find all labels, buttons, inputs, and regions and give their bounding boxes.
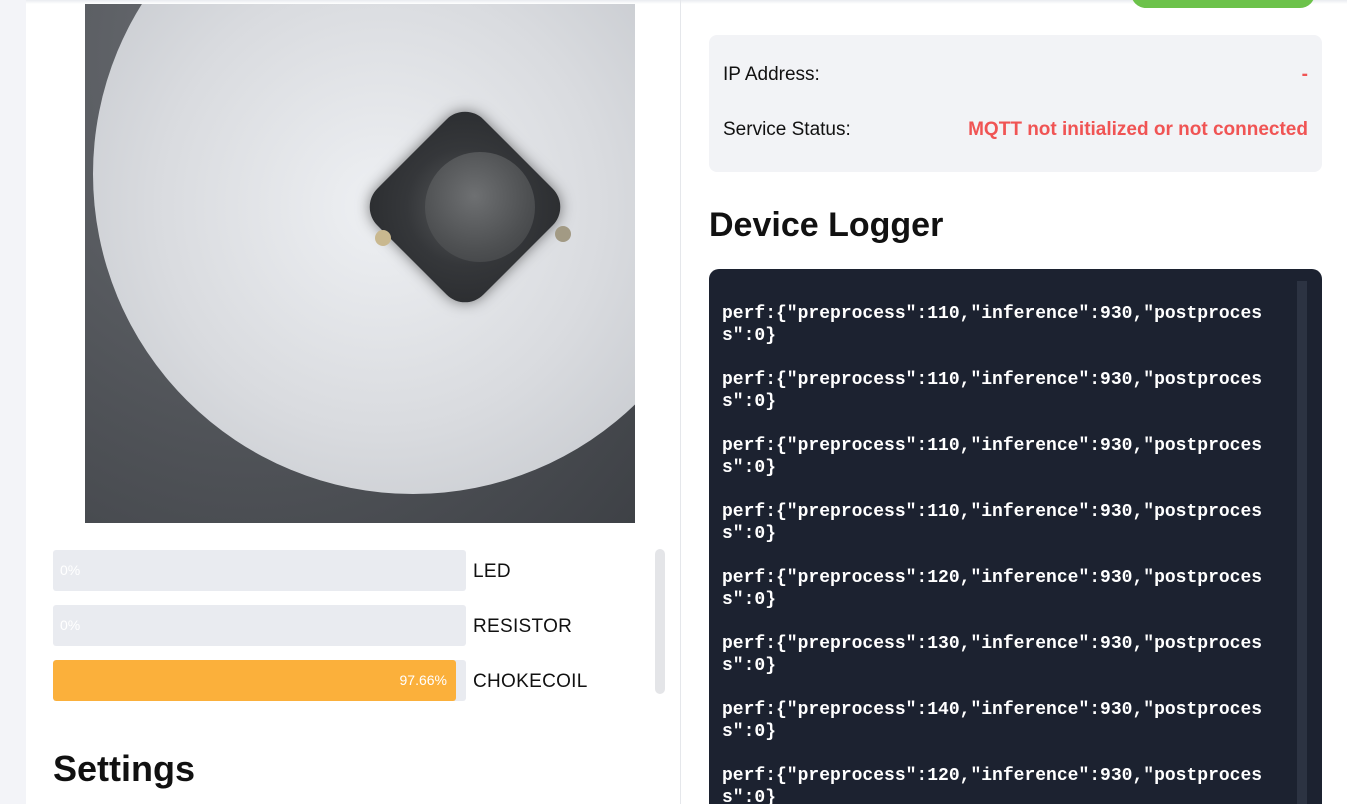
page: 0% LED 0% RESISTOR 97.66% CHOKECOIL Sett… bbox=[0, 0, 1347, 804]
prediction-track: 0% bbox=[53, 550, 466, 591]
log-line: perf:{"preprocess":140,"inference":930,"… bbox=[722, 700, 1263, 742]
panel-divider bbox=[680, 0, 681, 804]
settings-heading: Settings bbox=[53, 748, 196, 789]
log-line: perf:{"preprocess":130,"inference":930,"… bbox=[722, 634, 1263, 676]
component-pad-right bbox=[555, 226, 571, 242]
camera-preview-image bbox=[85, 4, 635, 523]
camera-preview-background bbox=[93, 4, 635, 494]
log-line: perf:{"preprocess":110,"inference":930,"… bbox=[722, 370, 1263, 412]
connect-button[interactable] bbox=[1131, 0, 1315, 8]
ip-address-value: - bbox=[1301, 64, 1308, 85]
device-logger-heading: Device Logger bbox=[709, 206, 944, 244]
prediction-percent: 0% bbox=[60, 562, 81, 578]
component-pad-left bbox=[375, 230, 391, 246]
service-status-label: Service Status: bbox=[723, 119, 851, 140]
log-line: perf:{"preprocess":110,"inference":930,"… bbox=[722, 502, 1263, 544]
choke-coil-core bbox=[425, 152, 535, 262]
log-line: perf:{"preprocess":120,"inference":930,"… bbox=[722, 766, 1263, 804]
log-line: perf:{"preprocess":110,"inference":930,"… bbox=[722, 436, 1263, 478]
device-info-box: IP Address: - Service Status: MQTT not i… bbox=[709, 35, 1322, 172]
ip-address-label: IP Address: bbox=[723, 64, 820, 85]
predictions-scrollbar[interactable] bbox=[655, 549, 665, 694]
prediction-label: LED bbox=[473, 561, 511, 582]
prediction-track: 0% bbox=[53, 605, 466, 646]
device-logger-console[interactable]: perf:{"preprocess":110,"inference":930,"… bbox=[709, 269, 1322, 804]
logger-scrollbar[interactable] bbox=[1297, 281, 1307, 804]
service-status-value: MQTT not initialized or not connected bbox=[968, 119, 1308, 140]
prediction-fill bbox=[53, 660, 456, 701]
log-line: perf:{"preprocess":110,"inference":930,"… bbox=[722, 304, 1263, 346]
prediction-label: RESISTOR bbox=[473, 616, 573, 637]
prediction-percent: 97.66% bbox=[399, 672, 447, 688]
prediction-track: 97.66% bbox=[53, 660, 466, 701]
prediction-percent: 0% bbox=[60, 617, 81, 633]
log-line: perf:{"preprocess":120,"inference":930,"… bbox=[722, 568, 1263, 610]
prediction-label: CHOKECOIL bbox=[473, 671, 588, 692]
